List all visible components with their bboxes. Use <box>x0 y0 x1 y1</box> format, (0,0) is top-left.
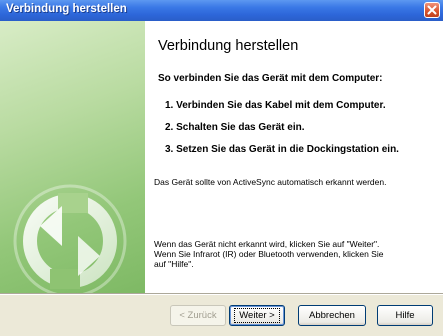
wizard-window: Verbindung herstellen Verbindung herstel… <box>0 0 443 336</box>
title-bar[interactable]: Verbindung herstellen <box>0 0 443 21</box>
help-hint: Wenn das Gerät nicht erkannt wird, klick… <box>154 239 414 269</box>
help-button[interactable]: Hilfe <box>377 305 433 326</box>
step-1: 1. Verbinden Sie das Kabel mit dem Compu… <box>165 100 386 111</box>
step-3: 3. Setzen Sie das Gerät in die Dockingst… <box>165 144 399 155</box>
side-banner <box>0 21 145 293</box>
hint-line: Wenn das Gerät nicht erkannt wird, klick… <box>154 239 380 249</box>
back-button[interactable]: < Zurück <box>170 305 226 326</box>
close-button[interactable] <box>424 2 440 18</box>
sync-arrows-icon <box>13 184 127 293</box>
next-button-label: Weiter > <box>234 308 280 323</box>
window-title: Verbindung herstellen <box>6 3 127 15</box>
auto-detect-note: Das Gerät sollte von ActiveSync automati… <box>154 177 387 187</box>
close-icon <box>427 5 437 15</box>
wizard-content: Verbindung herstellen So verbinden Sie d… <box>145 21 443 293</box>
step-2: 2. Schalten Sie das Gerät ein. <box>165 122 305 133</box>
button-divider <box>0 293 443 295</box>
page-heading: Verbindung herstellen <box>158 38 299 54</box>
next-button[interactable]: Weiter > <box>229 305 285 326</box>
hint-line: Wenn Sie Infrarot (IR) oder Bluetooth ve… <box>154 249 384 259</box>
hint-line: auf "Hilfe". <box>154 259 194 269</box>
intro-text: So verbinden Sie das Gerät mit dem Compu… <box>158 73 383 84</box>
cancel-button[interactable]: Abbrechen <box>298 305 366 326</box>
